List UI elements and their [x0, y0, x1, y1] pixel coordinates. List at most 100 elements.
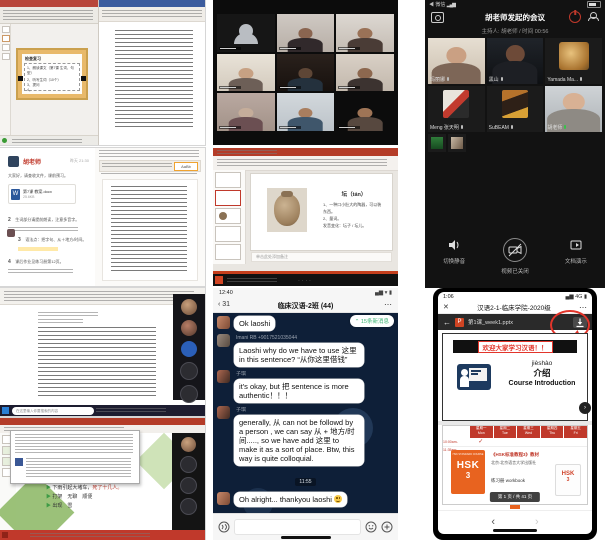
comment-item[interactable]: 4 课后作业见练习册第12页。 [8, 250, 88, 275]
end-meeting-button[interactable] [569, 11, 581, 23]
meeting-tile-small[interactable] [428, 134, 446, 152]
day-col: 星期五Fri [563, 426, 587, 438]
avatar[interactable] [217, 370, 230, 383]
meeting-tile[interactable]: 黑山 [487, 38, 544, 84]
slide-thumbnail[interactable] [215, 172, 241, 188]
start-button-icon[interactable] [2, 138, 7, 143]
slide-thumbnail[interactable] [215, 208, 241, 224]
pinyin: jièshào [501, 360, 583, 367]
video-tile-camera-off[interactable] [217, 14, 275, 52]
close-icon[interactable]: ✕ [443, 303, 449, 311]
slide-preview-1[interactable]: 欢迎大家学习汉语！！ jièshào 介绍 Course Introductio… [442, 333, 588, 421]
participant-avatar[interactable] [180, 456, 197, 473]
slide-thumbnail[interactable] [2, 26, 10, 33]
video-tile[interactable] [277, 93, 335, 131]
participant-avatar[interactable] [181, 299, 197, 315]
participant-avatar[interactable] [181, 320, 197, 336]
video-tile[interactable] [336, 54, 394, 92]
word-page[interactable] [24, 310, 164, 400]
file-attachment-card[interactable]: W 第7课 教案.docx 25.6KB [8, 184, 76, 204]
share-doc-control[interactable]: 文档演示 [565, 238, 587, 265]
message-list[interactable]: Ok laoshi Imani RB +9017521035044 Laoshi… [213, 313, 398, 514]
slide-thumbnail[interactable] [215, 226, 241, 242]
slide-thumbnail[interactable] [215, 244, 241, 260]
mute-control[interactable]: 切换静音 [443, 238, 465, 265]
video-tile[interactable] [217, 93, 275, 131]
taskbar-icons[interactable] [12, 139, 82, 143]
selection-handle-left[interactable] [18, 76, 23, 81]
prev-page-button[interactable]: ‹ [491, 516, 495, 528]
add-participant-icon[interactable] [588, 12, 599, 21]
avatar[interactable] [217, 334, 230, 347]
page-bubble[interactable]: › [579, 402, 591, 414]
ppt-titlebar[interactable] [0, 0, 98, 7]
ppt-titlebar[interactable] [213, 148, 398, 156]
video-tile[interactable] [336, 93, 394, 131]
taskbar-icons[interactable] [96, 408, 166, 413]
word-toolbar[interactable]: AaBb [99, 160, 201, 172]
notes-pane[interactable]: 单击此处添加备注 [251, 252, 392, 262]
camera-control[interactable]: 视频已关闭 [501, 238, 529, 275]
schedule-header: 星期一Mon 星期二Tue 星期三Wed 星期四Thu 星期五Fri [443, 426, 587, 438]
message-input[interactable] [234, 519, 361, 535]
video-tile[interactable] [277, 14, 335, 52]
word-page[interactable] [105, 26, 200, 138]
selection-handle-right[interactable] [81, 76, 86, 81]
emoji-button-icon[interactable] [365, 521, 377, 533]
file-toolbar: ← P 第1课_week1.pptx [438, 314, 592, 330]
bubble-text: Ok laoshi [234, 316, 275, 331]
back-icon[interactable]: ← [443, 318, 451, 327]
more-button[interactable]: ⋯ [384, 300, 392, 309]
participant-avatar[interactable] [180, 385, 198, 403]
video-tile[interactable] [277, 54, 335, 92]
slide-thumbnail[interactable] [2, 53, 10, 60]
word-menu-row[interactable] [99, 150, 199, 158]
thumbnail-panel[interactable] [213, 170, 246, 264]
slide-thumbnail[interactable] [2, 44, 10, 51]
start-button[interactable] [2, 407, 9, 414]
avatar[interactable] [217, 406, 230, 419]
plus-button-icon[interactable] [381, 521, 393, 533]
slide-preview-2[interactable]: 星期一Mon 星期二Tue 星期三Wed 星期四Thu 星期五Fri 10:00… [442, 425, 588, 505]
participant-avatar[interactable] [180, 362, 198, 380]
download-button[interactable] [573, 317, 587, 328]
taskbar-search-input[interactable]: 在这里输入你要搜索的内容 [12, 407, 94, 415]
participant-avatar[interactable] [181, 341, 197, 357]
video-tile[interactable] [336, 14, 394, 52]
word-page[interactable] [103, 180, 197, 280]
avatar[interactable] [217, 316, 230, 329]
participant-avatar[interactable] [181, 437, 196, 452]
ppt-ribbon[interactable] [213, 156, 398, 171]
word-titlebar[interactable] [99, 0, 205, 7]
ppt-taskbar-icon[interactable] [215, 276, 223, 284]
voice-input-icon[interactable] [218, 521, 230, 533]
phone-screen: 1:06 ▄▆ 4G ▮ ✕ 汉语2-1-临床学院-2020级 ⋯ ← P 第1… [438, 292, 592, 534]
slide-textbox-selected[interactable]: 1、朗读课文（第7课 生词、句型） 2、听写生词（10个） 3、提问 4、 [24, 63, 80, 91]
avatar[interactable] [217, 492, 230, 505]
participant-avatar[interactable] [180, 498, 197, 515]
more-icon[interactable]: ⋯ [579, 303, 587, 312]
status-icons: ▄▆ 4G ▮ [565, 294, 587, 300]
style-gallery[interactable]: AaBb [174, 162, 198, 171]
word-ribbon[interactable] [99, 7, 205, 22]
start-button[interactable] [2, 532, 8, 538]
meeting-tile-small[interactable] [448, 134, 466, 152]
ppt-titlebar[interactable] [0, 418, 205, 425]
ppt-ribbon[interactable] [0, 7, 98, 24]
meeting-tile[interactable]: Meng 张天明 [428, 86, 485, 132]
meeting-tile[interactable]: SuBEAM [487, 86, 544, 132]
participant-avatar[interactable] [180, 477, 197, 494]
taskbar-icons[interactable] [30, 533, 150, 537]
slide-thumbnail-selected[interactable] [215, 190, 241, 206]
meeting-tile-speaking[interactable]: 胡老师 [545, 86, 602, 132]
next-page-button[interactable]: › [535, 516, 539, 528]
video-tile[interactable] [217, 54, 275, 92]
comment-item[interactable]: 3 语法点：把字句、从＋地方/时间。 [8, 228, 88, 251]
ppt-thumbnail-panel[interactable] [0, 24, 11, 136]
meeting-tile[interactable]: Yamada Ma... [545, 38, 602, 84]
ribbon-icons [4, 291, 194, 301]
download-icon [573, 317, 587, 328]
comment-popup[interactable] [10, 430, 140, 484]
slide-thumbnail[interactable] [2, 35, 10, 42]
meeting-tile[interactable]: 玛丽娜 [428, 38, 485, 84]
